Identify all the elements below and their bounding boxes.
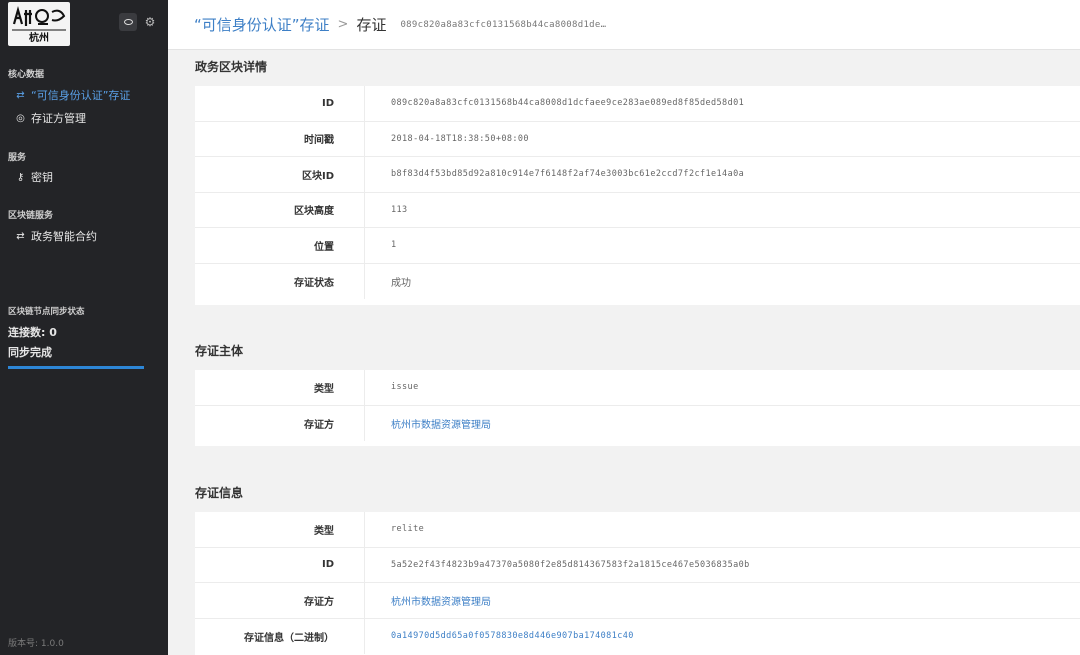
circle-gear-icon: ◎	[16, 112, 25, 124]
row-value: 113	[391, 204, 408, 215]
row-label: 存证方	[304, 596, 334, 608]
row-label: 存证状态	[294, 277, 334, 289]
row-label: 类型	[314, 525, 334, 537]
row-value: 2018-04-18T18:38:50+08:00	[391, 133, 529, 144]
sidebar-item-trusted-identity[interactable]: ⇄ “可信身份认证”存证	[15, 87, 130, 103]
row-divider	[364, 121, 365, 156]
depositor-link[interactable]: 杭州市数据资源管理局	[391, 593, 491, 608]
info-card: 类型 relite ID 5a52e2f43f4823b9a47370a5080…	[195, 512, 1080, 655]
section-blockchain-service: 区块链服务	[8, 211, 54, 221]
row-label: ID	[321, 97, 334, 109]
subject-card: 类型 issue 存证方 杭州市数据资源管理局	[195, 370, 1080, 446]
block-detail-card: ID 089c820a8a83cfc0131568b44ca8008d1dcfa…	[195, 86, 1080, 305]
breadcrumb-current: 存证	[356, 16, 387, 34]
subject-title: 存证主体	[195, 344, 244, 358]
sidebar-item-depositor-mgmt[interactable]: ◎ 存证方管理	[15, 110, 86, 126]
exchange-icon: ⇄	[16, 89, 25, 101]
gear-icon: ⚙	[144, 15, 156, 29]
row-value: 089c820a8a83cfc0131568b44ca8008d1dcfaee9…	[391, 98, 745, 109]
row-value: b8f83d4f53bd85d92a810c914e7f6148f2af74e3…	[391, 169, 745, 180]
sidebar: 杭州 ⚙ 核心数据 ⇄ “可信身份认证”存证 ◎ 存证方管理 服务 ⚷ 密钥 区…	[0, 0, 168, 655]
table-row: 区块高度 113	[195, 192, 1080, 228]
row-divider	[364, 192, 365, 227]
row-label: 时间戳	[304, 135, 334, 147]
table-row: 类型 relite	[195, 512, 1080, 548]
table-row: ID 089c820a8a83cfc0131568b44ca8008d1dcfa…	[195, 86, 1080, 122]
row-divider	[364, 512, 365, 547]
hangzhou-logo: 杭州	[8, 2, 70, 46]
breadcrumb-hash: 089c820a8a83cfc0131568b44ca8008d1de…	[400, 19, 607, 30]
table-row: 类型 issue	[195, 370, 1080, 406]
breadcrumb-separator: >	[337, 17, 349, 32]
sidebar-item-label: 密钥	[31, 171, 53, 184]
table-row: 区块ID b8f83d4f53bd85d92a810c914e7f6148f2a…	[195, 157, 1080, 193]
row-label: 存证信息（二进制）	[244, 632, 334, 644]
header: “可信身份认证”存证 > 存证 089c820a8a83cfc0131568b4…	[168, 0, 1080, 50]
row-value: 1	[391, 240, 397, 251]
row-divider	[364, 157, 365, 192]
key-icon: ⚷	[16, 171, 25, 183]
row-divider	[364, 370, 365, 405]
version-text: 版本号: 1.0.0	[8, 639, 64, 649]
table-row: 时间戳 2018-04-18T18:38:50+08:00	[195, 121, 1080, 157]
breadcrumb-link[interactable]: “可信身份认证”存证	[194, 14, 330, 35]
sidebar-item-keys[interactable]: ⚷ 密钥	[15, 169, 53, 185]
logo-area: 杭州 ⚙	[0, 0, 168, 50]
binary-info-link[interactable]: 0a14970d5dd65a0f0578830e8d446e907ba17408…	[391, 631, 634, 641]
row-label: 区块ID	[301, 170, 334, 182]
depositor-link[interactable]: 杭州市数据资源管理局	[391, 416, 491, 431]
section-core: 核心数据	[8, 70, 45, 80]
row-divider	[364, 618, 365, 654]
sync-status-title: 区块链节点同步状态	[8, 307, 85, 317]
sidebar-item-label: “可信身份认证”存证	[31, 89, 131, 102]
row-value: issue	[391, 382, 419, 393]
toggle-view-button[interactable]	[119, 13, 137, 31]
row-label: 存证方	[304, 419, 334, 431]
row-divider	[364, 405, 365, 441]
info-title: 存证信息	[195, 486, 244, 500]
sync-progress-fill	[8, 366, 144, 369]
row-label: ID	[321, 559, 334, 571]
row-label: 区块高度	[294, 206, 334, 218]
table-row: 存证方 杭州市数据资源管理局	[195, 405, 1080, 441]
connection-count: 连接数: 0	[8, 326, 57, 339]
exchange-icon: ⇄	[16, 230, 25, 242]
table-row: 存证信息（二进制） 0a14970d5dd65a0f0578830e8d446e…	[195, 618, 1080, 654]
sidebar-item-label: 存证方管理	[31, 112, 86, 125]
table-row: 存证方 杭州市数据资源管理局	[195, 583, 1080, 619]
logo-text: 杭州	[29, 33, 49, 44]
row-value: 成功	[391, 277, 411, 289]
row-label: 类型	[314, 383, 334, 395]
table-row: 存证状态 成功	[195, 263, 1080, 299]
settings-button[interactable]: ⚙	[141, 13, 159, 31]
sync-status-text: 同步完成	[8, 346, 52, 359]
sync-progress-bar	[8, 366, 144, 369]
row-divider	[364, 86, 365, 121]
sidebar-item-label: 政务智能合约	[31, 230, 97, 243]
row-value: 5a52e2f43f4823b9a47370a5080f2e85d8143675…	[391, 559, 750, 570]
row-value: relite	[391, 524, 425, 535]
table-row: 位置 1	[195, 228, 1080, 264]
row-divider	[364, 263, 365, 299]
table-row: ID 5a52e2f43f4823b9a47370a5080f2e85d8143…	[195, 547, 1080, 583]
row-divider	[364, 583, 365, 618]
row-divider	[364, 547, 365, 582]
row-divider	[364, 228, 365, 263]
sidebar-item-gov-contract[interactable]: ⇄ 政务智能合约	[15, 228, 97, 244]
row-label: 位置	[314, 241, 334, 253]
section-service: 服务	[8, 153, 27, 163]
block-detail-title: 政务区块详情	[195, 60, 268, 74]
eye-icon	[123, 19, 133, 25]
